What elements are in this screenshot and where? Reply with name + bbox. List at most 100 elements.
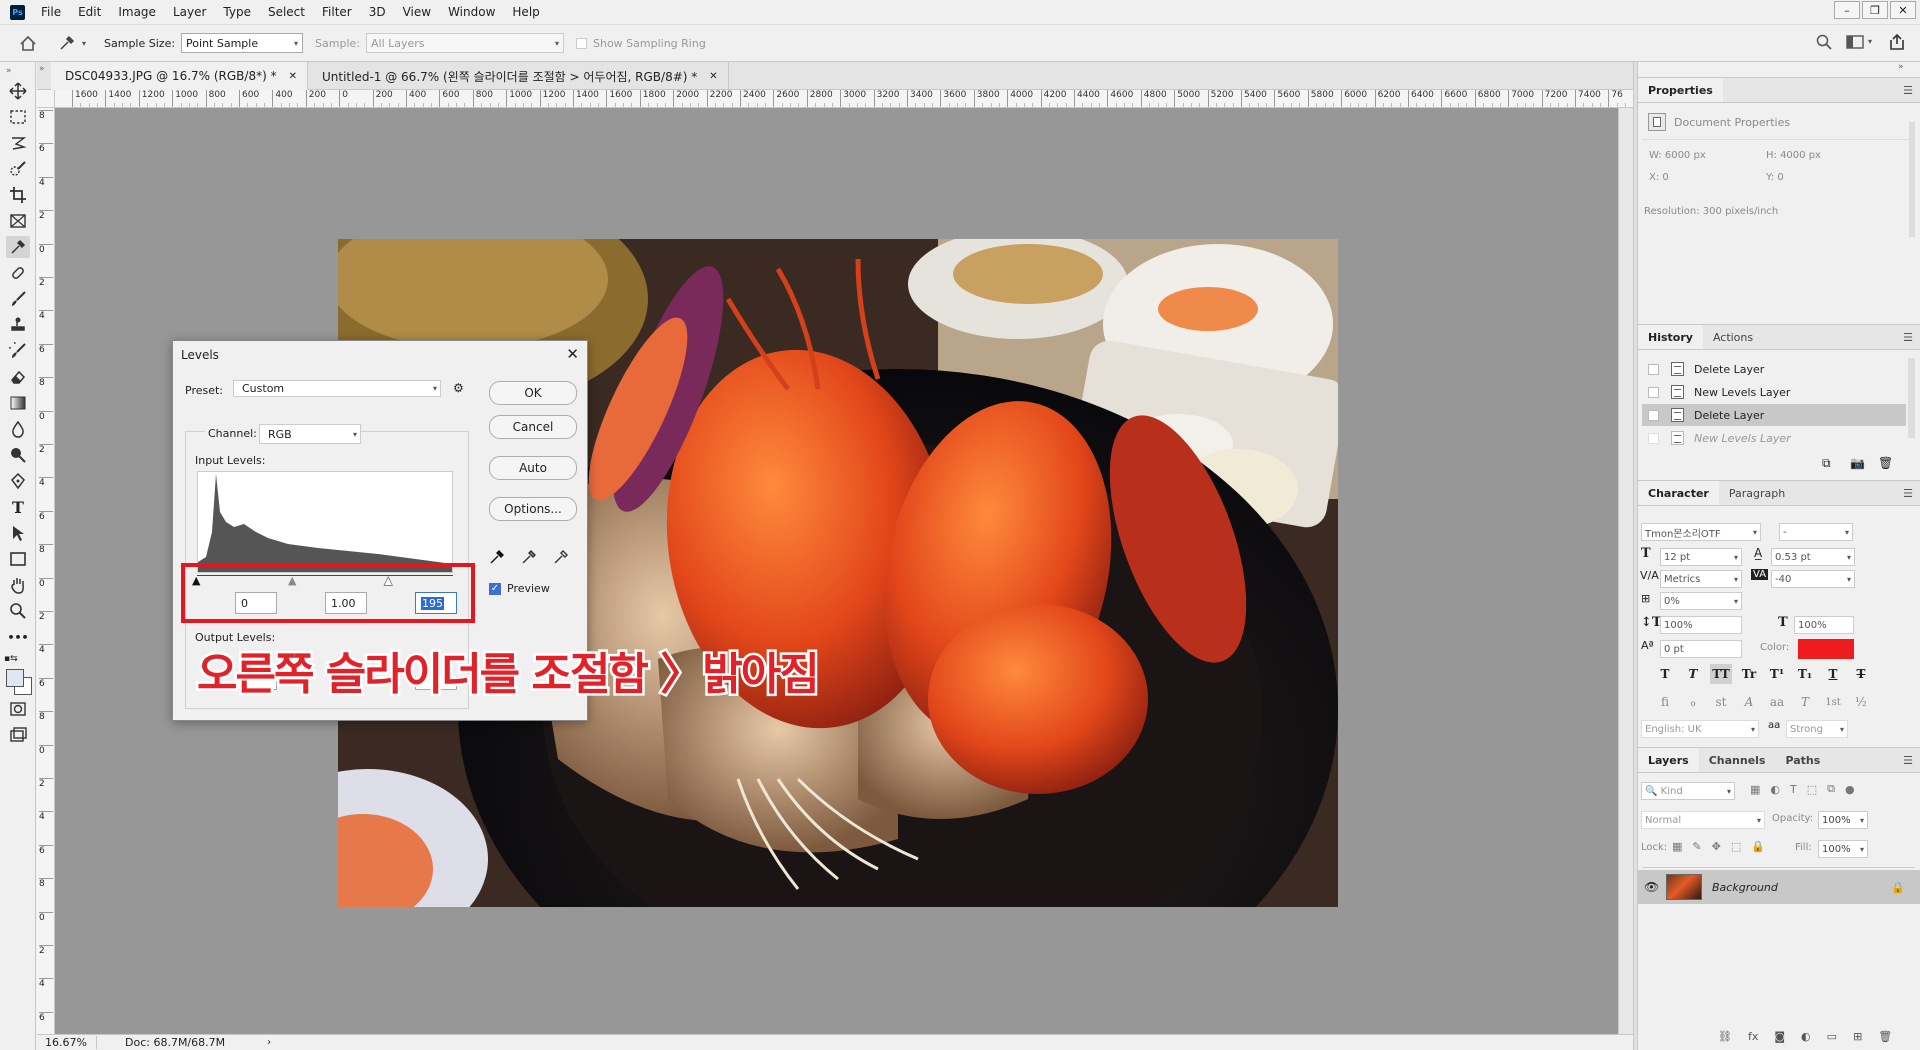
font-family-select[interactable]: Tmon몬소리OTF ▾	[1641, 523, 1761, 541]
zoom-level[interactable]: 16.67%	[37, 1036, 97, 1049]
horizontal-ruler[interactable]: 1600 1400 1200 1000 800 600 400 200 0 200 400 600 80…	[55, 90, 1633, 108]
underline-button[interactable]: T	[1822, 664, 1844, 684]
sample-size-select[interactable]: Point Sample ▾	[181, 33, 304, 53]
tab-paths[interactable]: Paths	[1775, 748, 1830, 772]
panel-menu-icon[interactable]: ☰	[1903, 331, 1913, 344]
small-caps-button[interactable]: Tr	[1738, 664, 1760, 684]
hand-tool-icon[interactable]	[6, 574, 30, 596]
new-group-icon[interactable]: ▭	[1827, 1030, 1837, 1043]
collapse-panels-icon[interactable]: »	[1898, 62, 1904, 72]
history-source-checkbox[interactable]	[1648, 409, 1659, 421]
trash-icon[interactable]: 🗑	[1878, 456, 1893, 470]
camera-snapshot-icon[interactable]: 📷	[1850, 456, 1865, 470]
lock-all-icon[interactable]: 🔒	[1751, 840, 1765, 853]
history-item-selected[interactable]: Delete Layer	[1642, 404, 1906, 426]
vertical-scale-field[interactable]: 100%	[1660, 616, 1742, 634]
channel-select[interactable]: RGB ▾	[259, 424, 361, 444]
superscript-button[interactable]: T¹	[1766, 664, 1788, 684]
gradient-tool-icon[interactable]	[6, 392, 30, 414]
close-icon[interactable]: ✕	[709, 71, 717, 82]
share-icon[interactable]	[1888, 33, 1906, 51]
x-value[interactable]: X: 0	[1649, 172, 1669, 183]
height-value[interactable]: H: 4000 px	[1766, 150, 1821, 161]
quick-mask-icon[interactable]	[6, 698, 30, 720]
layer-lock-icon[interactable]: 🔒	[1891, 881, 1905, 894]
close-icon[interactable]: ✕	[566, 345, 579, 363]
tool-preset-chevron-icon[interactable]: ▾	[82, 39, 86, 48]
gray-eyedropper-icon[interactable]	[521, 549, 537, 568]
blur-tool-icon[interactable]	[6, 418, 30, 440]
menu-type[interactable]: Type	[223, 5, 251, 19]
lock-position-icon[interactable]: ✥	[1712, 840, 1721, 853]
text-color-swatch[interactable]	[1798, 639, 1854, 659]
dodge-tool-icon[interactable]	[6, 444, 30, 466]
marquee-tool-icon[interactable]	[6, 106, 30, 128]
vertical-scrollbar[interactable]	[1618, 108, 1633, 1034]
foreground-color-swatch[interactable]	[6, 669, 24, 687]
horizontal-scale-field[interactable]: 100%	[1794, 616, 1854, 634]
width-value[interactable]: W: 6000 px	[1649, 150, 1706, 161]
frame-tool-icon[interactable]	[6, 210, 30, 232]
workspace-icon[interactable]	[1846, 35, 1864, 49]
menu-select[interactable]: Select	[268, 5, 305, 19]
layer-name[interactable]: Background	[1712, 881, 1891, 894]
sample-select[interactable]: All Layers ▾	[366, 33, 564, 53]
history-source-checkbox[interactable]	[1648, 363, 1659, 375]
strikethrough-button[interactable]: T	[1850, 664, 1872, 684]
delete-layer-icon[interactable]: 🗑	[1878, 1030, 1892, 1043]
opacity-field[interactable]: 100% ▾	[1818, 811, 1868, 829]
tracking-select[interactable]: -40 ▾	[1771, 570, 1855, 588]
tab-actions[interactable]: Actions	[1703, 325, 1763, 349]
history-source-checkbox[interactable]	[1648, 386, 1659, 398]
menu-file[interactable]: File	[41, 5, 61, 19]
antialias-select[interactable]: Strong ▾	[1786, 720, 1848, 738]
language-select[interactable]: English: UK ▾	[1641, 720, 1759, 738]
auto-button[interactable]: Auto	[489, 456, 577, 480]
ligatures-button[interactable]: fi	[1654, 692, 1676, 712]
healing-brush-tool-icon[interactable]	[6, 262, 30, 284]
panel-menu-icon[interactable]: ☰	[1903, 487, 1913, 500]
tab-untitled-1[interactable]: Untitled-1 @ 66.7% (왼쪽 슬라이더를 조절함 > 어두어짐,…	[308, 62, 729, 90]
new-adjustment-layer-icon[interactable]: ◐	[1801, 1030, 1811, 1043]
close-icon[interactable]: ✕	[1890, 1, 1916, 19]
eyedropper-tool-icon[interactable]	[6, 236, 30, 258]
panel-menu-icon[interactable]: ☰	[1903, 84, 1913, 97]
rectangle-tool-icon[interactable]	[6, 548, 30, 570]
screen-mode-icon[interactable]	[6, 724, 30, 746]
leading-field[interactable]: 0.53 pt ▾	[1771, 548, 1855, 566]
titling-alternates-button[interactable]: T	[1794, 692, 1816, 712]
subscript-button[interactable]: T₁	[1794, 664, 1816, 684]
move-tool-icon[interactable]	[6, 80, 30, 102]
layer-filter-select[interactable]: 🔍 Kind ▾	[1641, 782, 1735, 800]
layer-row-background[interactable]: 👁 Background 🔒	[1638, 870, 1920, 904]
layer-mask-icon[interactable]: ◙	[1774, 1030, 1785, 1043]
zoom-tool-icon[interactable]	[6, 600, 30, 622]
baseline-shift-field[interactable]: 0 pt	[1660, 640, 1742, 658]
blend-mode-select[interactable]: Normal ▾	[1641, 811, 1765, 829]
menu-window[interactable]: Window	[448, 5, 495, 19]
preset-select[interactable]: Custom ▾	[233, 380, 441, 397]
menu-help[interactable]: Help	[512, 5, 539, 19]
history-item-undone[interactable]: New Levels Layer	[1642, 427, 1906, 449]
properties-scrollbar[interactable]	[1909, 122, 1915, 237]
preset-options-gear-icon[interactable]: ⚙	[453, 381, 464, 395]
fill-field[interactable]: 100% ▾	[1818, 840, 1868, 858]
all-caps-button[interactable]: TT	[1710, 664, 1732, 684]
shape-layer-filter-icon[interactable]: ⬚	[1807, 783, 1817, 796]
white-eyedropper-icon[interactable]	[553, 549, 569, 568]
cancel-button[interactable]: Cancel	[489, 415, 577, 439]
history-item[interactable]: New Levels Layer	[1642, 381, 1906, 403]
status-menu-chevron-icon[interactable]: ›	[267, 1037, 271, 1048]
close-icon[interactable]: ✕	[289, 71, 297, 82]
kerning-select[interactable]: Metrics ▾	[1660, 570, 1742, 588]
ruler-origin[interactable]	[37, 90, 55, 108]
history-item[interactable]: Delete Layer	[1642, 358, 1906, 380]
tab-channels[interactable]: Channels	[1699, 748, 1776, 772]
history-source-checkbox[interactable]	[1648, 432, 1659, 444]
font-style-select[interactable]: - ▾	[1779, 523, 1853, 541]
options-button[interactable]: Options...	[489, 497, 577, 521]
menu-view[interactable]: View	[403, 5, 431, 19]
tab-paragraph[interactable]: Paragraph	[1719, 481, 1795, 505]
panel-menu-icon[interactable]: ☰	[1903, 754, 1913, 767]
default-colors-icon[interactable]: ▪⇆	[4, 654, 18, 664]
